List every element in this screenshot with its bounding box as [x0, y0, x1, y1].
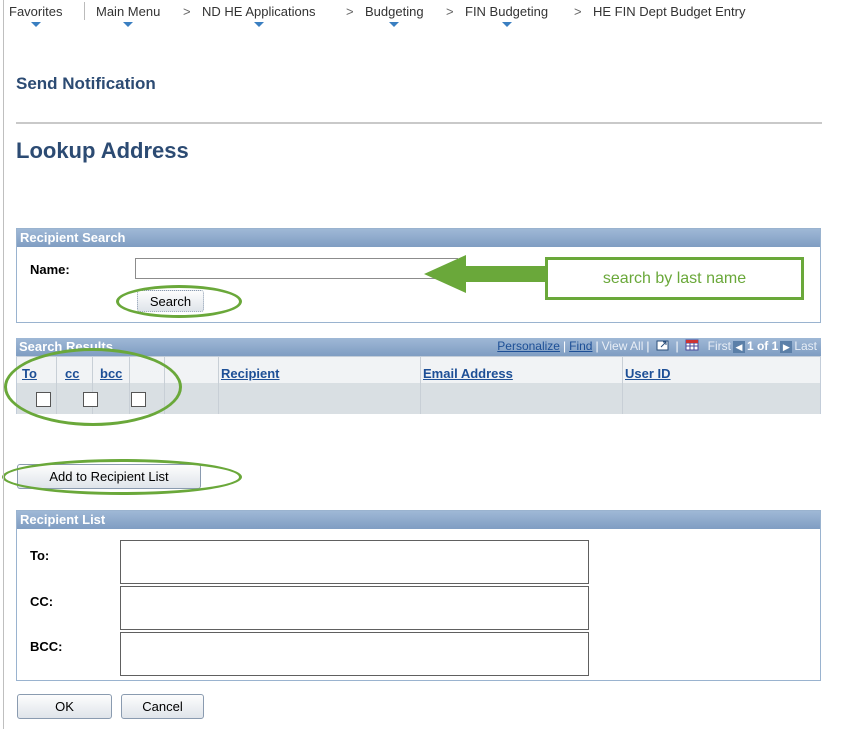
column-divider [129, 357, 130, 414]
cc-checkbox[interactable] [83, 392, 98, 407]
breadcrumb: Favorites Main Menu > ND HE Applications… [0, 0, 861, 30]
search-results-header: Search Results Personalize | Find | View All… [16, 338, 821, 356]
page-subtitle: Send Notification [16, 74, 156, 93]
first-link[interactable]: First [708, 339, 731, 353]
previous-arrow-icon[interactable]: ◀ [732, 341, 745, 353]
bcc-checkbox[interactable] [131, 392, 146, 407]
annotation-arrow-icon [424, 255, 548, 293]
divider [16, 122, 822, 124]
next-arrow-icon[interactable]: ▶ [780, 341, 793, 353]
view-all-link[interactable]: View All [602, 339, 644, 353]
page-title: Lookup Address [16, 138, 189, 163]
toolbar-separator: | [675, 339, 679, 353]
new-window-icon[interactable] [656, 339, 670, 351]
column-header-to[interactable]: To [22, 366, 37, 381]
to-checkbox[interactable] [36, 392, 51, 407]
spreadsheet-icon[interactable] [685, 339, 699, 351]
last-link[interactable]: Last [794, 339, 817, 353]
column-header-email[interactable]: Email Address [423, 366, 513, 381]
cc-label: CC: [30, 594, 54, 609]
name-search-input[interactable] [135, 258, 458, 279]
column-divider [218, 357, 219, 414]
column-header-user-id[interactable]: User ID [625, 366, 671, 381]
dropdown-arrow-icon [30, 22, 41, 27]
column-header-bcc[interactable]: bcc [100, 366, 122, 381]
column-divider [164, 357, 165, 414]
column-header-cc[interactable]: cc [65, 366, 79, 381]
recipient-search-header: Recipient Search [17, 229, 820, 247]
breadcrumb-favorites[interactable]: Favorites [9, 4, 62, 27]
dropdown-arrow-icon [389, 22, 400, 27]
pagination-text: 1 of 1 [746, 339, 779, 353]
column-divider [622, 357, 623, 414]
column-header-recipient[interactable]: Recipient [221, 366, 280, 381]
find-link[interactable]: Find [569, 339, 592, 353]
annotation-callout: search by last name [545, 257, 804, 300]
cc-field[interactable] [120, 586, 589, 630]
dropdown-arrow-icon [123, 22, 134, 27]
add-to-recipient-list-button[interactable]: Add to Recipient List [17, 464, 201, 489]
to-field[interactable] [120, 540, 589, 584]
search-button[interactable]: Search [137, 290, 204, 312]
breadcrumb-fin-budgeting[interactable]: FIN Budgeting [465, 4, 548, 27]
column-divider [56, 357, 57, 414]
bcc-label: BCC: [30, 639, 63, 654]
breadcrumb-separator: > [183, 4, 191, 19]
breadcrumb-divider [84, 2, 85, 20]
toolbar-separator: | [562, 339, 567, 353]
toolbar-separator: | [595, 339, 599, 353]
breadcrumb-budgeting[interactable]: Budgeting [365, 4, 424, 27]
cancel-button[interactable]: Cancel [121, 694, 204, 719]
recipient-list-header: Recipient List [17, 511, 820, 529]
grid-header-row [17, 357, 820, 383]
bcc-field[interactable] [120, 632, 589, 676]
breadcrumb-separator: > [446, 4, 454, 19]
dropdown-arrow-icon [501, 22, 512, 27]
toolbar-separator: | [646, 339, 650, 353]
name-label: Name: [30, 262, 70, 277]
column-divider [420, 357, 421, 414]
breadcrumb-current: HE FIN Dept Budget Entry [593, 4, 746, 19]
breadcrumb-separator: > [346, 4, 354, 19]
dropdown-arrow-icon [253, 22, 264, 27]
left-border [3, 0, 4, 729]
breadcrumb-nd-he-applications[interactable]: ND HE Applications [202, 4, 315, 27]
grid-toolbar: Personalize | Find | View All | | First ◀ 1 of 1 ▶… [497, 339, 817, 355]
breadcrumb-separator: > [574, 4, 582, 19]
personalize-link[interactable]: Personalize [497, 339, 560, 353]
search-results-title: Search Results [19, 339, 113, 354]
ok-button[interactable]: OK [17, 694, 112, 719]
breadcrumb-main-menu[interactable]: Main Menu [96, 4, 160, 27]
to-label: To: [30, 548, 50, 563]
search-results-grid: To cc bcc Recipient Email Address User I… [16, 356, 821, 414]
